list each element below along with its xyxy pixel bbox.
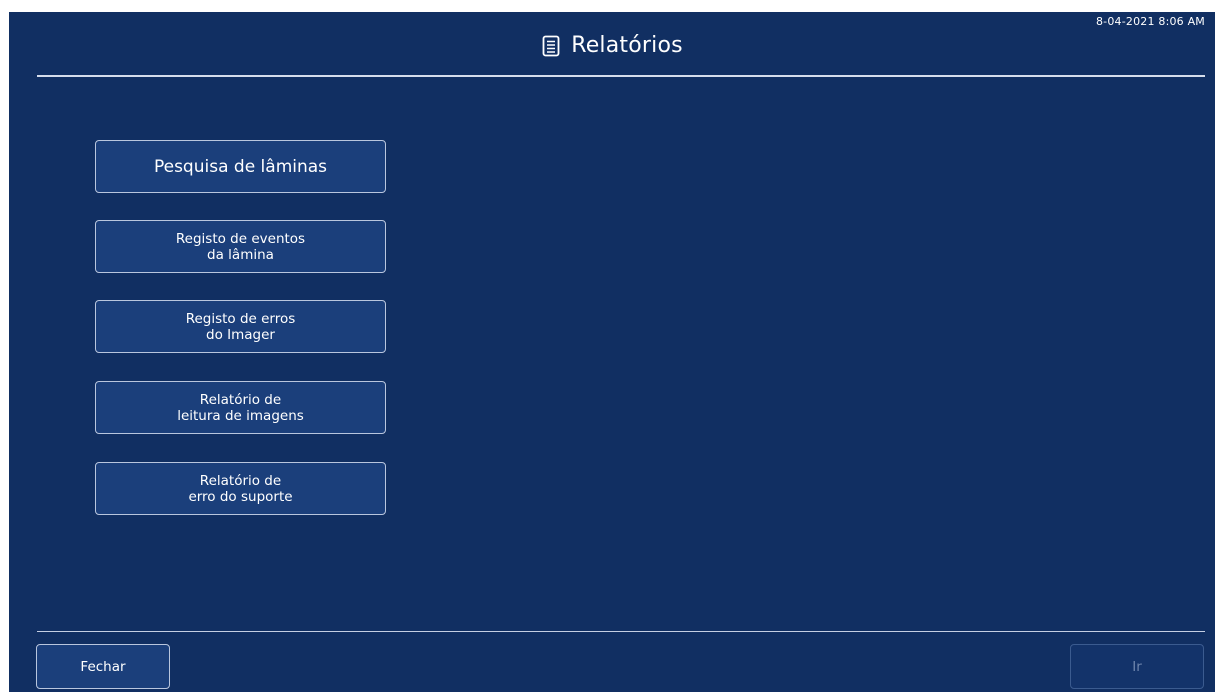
imager-error-log-button[interactable]: Registo de erros do Imager xyxy=(95,300,386,353)
slide-event-log-button[interactable]: Registo de eventos da lâmina xyxy=(95,220,386,273)
image-reading-report-button[interactable]: Relatório de leitura de imagens xyxy=(95,381,386,434)
page-title-bar: Relatórios xyxy=(9,32,1215,60)
header-divider xyxy=(37,75,1205,77)
page-title: Relatórios xyxy=(571,33,683,58)
reports-screen: 8-04-2021 8:06 AM Relatórios Pesquisa de… xyxy=(9,12,1215,692)
timestamp: 8-04-2021 8:06 AM xyxy=(1095,15,1205,28)
document-icon xyxy=(541,34,561,58)
slide-search-button[interactable]: Pesquisa de lâminas xyxy=(95,140,386,193)
go-button[interactable]: Ir xyxy=(1070,644,1204,689)
close-button[interactable]: Fechar xyxy=(36,644,170,689)
support-error-report-button[interactable]: Relatório de erro do suporte xyxy=(95,462,386,515)
footer-divider xyxy=(37,631,1205,632)
